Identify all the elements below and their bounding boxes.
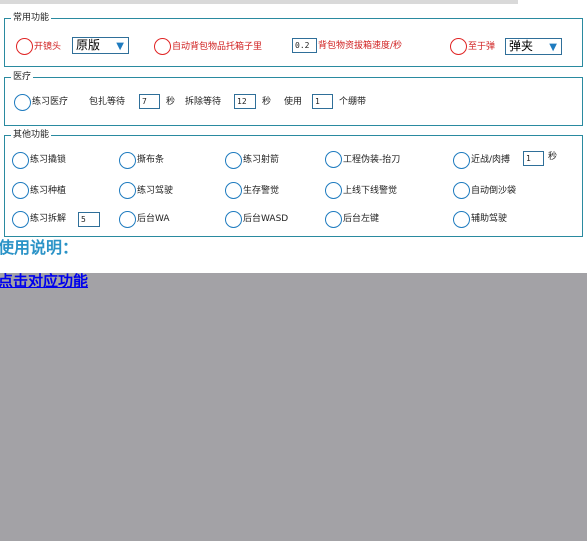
instructions-heading: 使用说明： xyxy=(0,238,79,257)
online-offline-alert-radio[interactable] xyxy=(325,182,342,199)
dismantle-count-input[interactable]: 5 xyxy=(78,212,100,227)
medical-legend: 医疗 xyxy=(11,70,34,84)
auto-backpack-radio[interactable] xyxy=(154,38,171,55)
use-label: 使用 xyxy=(284,97,303,107)
practice-medical-label: 练习医疗 xyxy=(32,97,69,107)
mirror-mode-value: 原版 xyxy=(76,38,101,52)
backpack-speed-label: 背包物资拔箱速度/秒 xyxy=(318,41,403,51)
melee-interval-input[interactable]: 1 xyxy=(523,151,544,166)
bandage-count-input[interactable]: 1 xyxy=(312,94,333,109)
background-wasd-label: 后台WASD xyxy=(243,214,289,224)
seconds-label: 秒 xyxy=(166,97,176,107)
engineering-disguise-label: 工程伪装-抬刀 xyxy=(343,155,401,165)
backpack-speed-input[interactable]: 0.2 xyxy=(292,38,317,53)
lockpick-practice-radio[interactable] xyxy=(12,152,29,169)
chevron-down-icon: ▼ xyxy=(116,41,124,52)
auto-sandbag-label: 自动倒沙袋 xyxy=(471,186,517,196)
seconds-label: 秒 xyxy=(262,97,272,107)
lockpick-practice-label: 练习撬锁 xyxy=(30,155,67,165)
background-wa-label: 后台WA xyxy=(137,214,170,224)
zhizi-label: 至于弹 xyxy=(468,42,496,52)
settings-panel: 常用功能 开镜头 原版 ▼ 自动背包物品托箱子里 0.2 背包物资拔箱速度/秒 … xyxy=(0,0,587,273)
open-mirror-label: 开镜头 xyxy=(34,42,62,52)
auto-sandbag-radio[interactable] xyxy=(453,182,470,199)
common-functions-legend: 常用功能 xyxy=(11,11,52,25)
bandage-wait-label: 包扎等待 xyxy=(89,97,126,107)
assisted-driving-radio[interactable] xyxy=(453,211,470,228)
assisted-driving-label: 辅助驾驶 xyxy=(471,214,508,224)
planting-practice-radio[interactable] xyxy=(12,182,29,199)
online-offline-alert-label: 上线下线警觉 xyxy=(343,186,398,196)
bandage-wait-input[interactable]: 7 xyxy=(139,94,160,109)
archery-practice-radio[interactable] xyxy=(225,152,242,169)
chevron-down-icon: ▼ xyxy=(549,42,557,53)
tear-cloth-radio[interactable] xyxy=(119,152,136,169)
dismantle-practice-radio[interactable] xyxy=(12,211,29,228)
archery-practice-label: 练习射箭 xyxy=(243,155,280,165)
top-scroll-strip xyxy=(0,0,518,4)
instructions-link[interactable]: 点击对应功能 xyxy=(0,271,88,291)
disarm-wait-input[interactable]: 12 xyxy=(234,94,256,109)
background-left-click-radio[interactable] xyxy=(325,211,342,228)
driving-practice-radio[interactable] xyxy=(119,182,136,199)
survival-alert-label: 生存警觉 xyxy=(243,186,280,196)
background-wa-radio[interactable] xyxy=(119,211,136,228)
other-functions-legend: 其他功能 xyxy=(11,128,52,142)
zhizi-select-value: 弹夹 xyxy=(509,39,534,53)
zhizi-select[interactable]: 弹夹 ▼ xyxy=(505,38,562,55)
dismantle-practice-label: 练习拆解 xyxy=(30,214,67,224)
melee-radio[interactable] xyxy=(453,152,470,169)
background-wasd-radio[interactable] xyxy=(225,211,242,228)
driving-practice-label: 练习驾驶 xyxy=(137,186,174,196)
survival-alert-radio[interactable] xyxy=(225,182,242,199)
engineering-disguise-radio[interactable] xyxy=(325,151,342,168)
zhizi-radio[interactable] xyxy=(450,38,467,55)
disarm-wait-label: 拆除等待 xyxy=(185,97,222,107)
tear-cloth-label: 撕布条 xyxy=(137,155,165,165)
melee-label: 近战/肉搏 xyxy=(471,155,511,165)
open-mirror-radio[interactable] xyxy=(16,38,33,55)
bandage-unit-label: 个绷带 xyxy=(339,97,367,107)
auto-backpack-label: 自动背包物品托箱子里 xyxy=(172,42,263,52)
mirror-mode-select[interactable]: 原版 ▼ xyxy=(72,37,129,54)
melee-unit-label: 秒 xyxy=(548,152,558,162)
planting-practice-label: 练习种植 xyxy=(30,186,67,196)
background-left-click-label: 后台左键 xyxy=(343,214,380,224)
practice-medical-radio[interactable] xyxy=(14,94,31,111)
